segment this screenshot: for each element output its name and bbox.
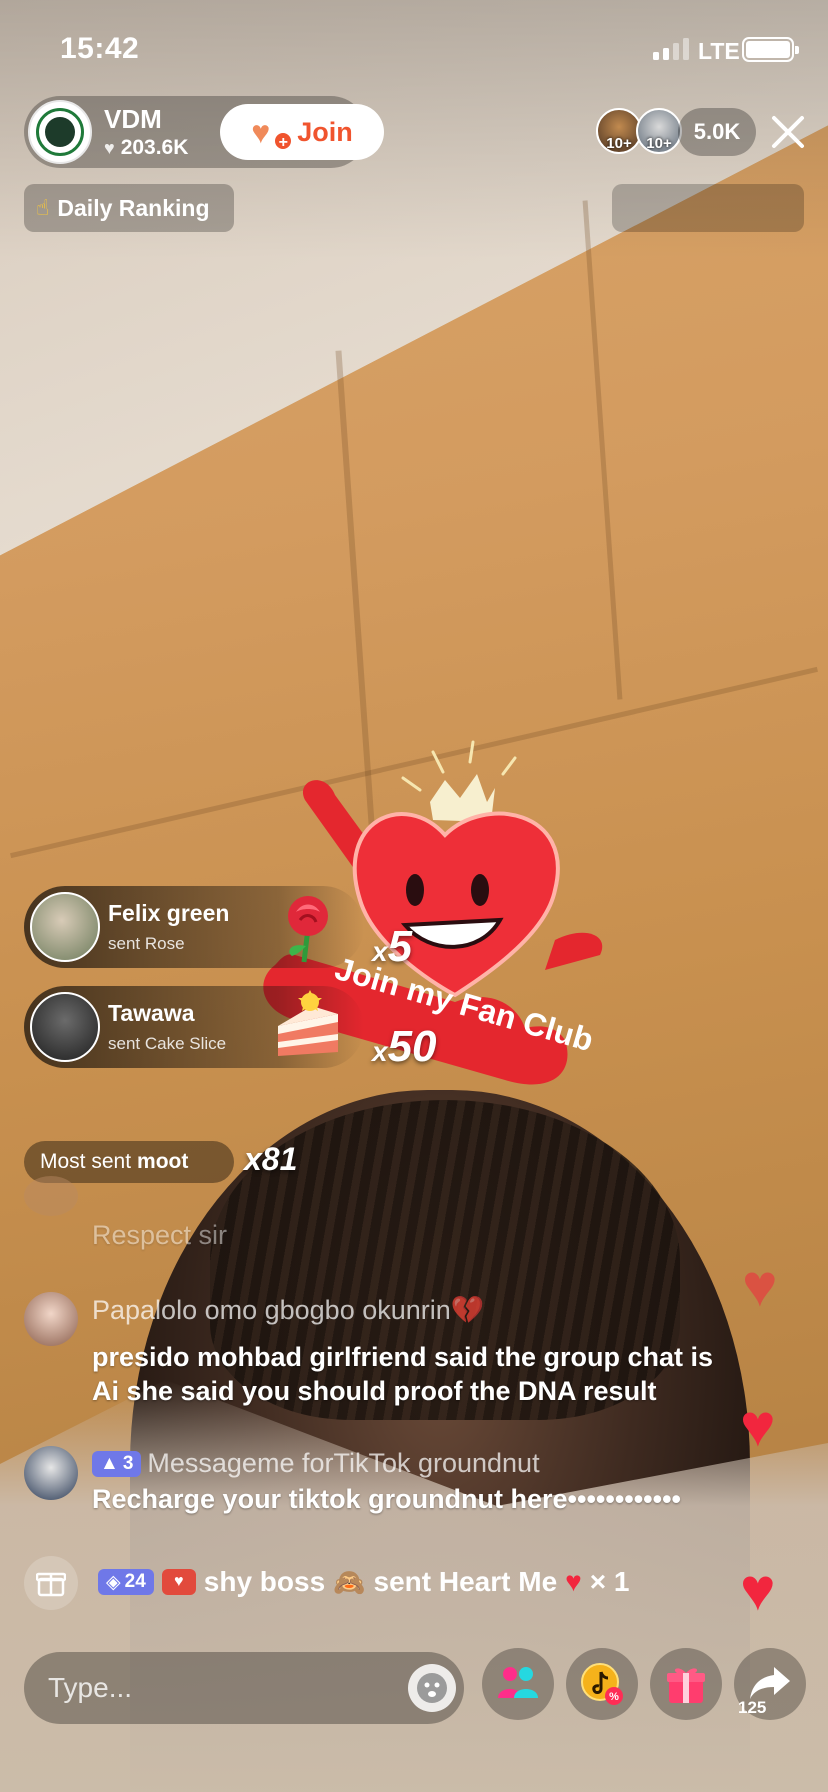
- ticker-times: × 1: [589, 1566, 630, 1597]
- join-label: Join: [297, 116, 353, 147]
- gift-description: sent Cake Slice: [108, 1034, 227, 1053]
- ticker-user: shy boss: [203, 1566, 326, 1597]
- join-fan-club-button[interactable]: ♥ + Join: [220, 104, 384, 160]
- level-arrow-icon: ▲: [100, 1453, 119, 1474]
- heart-me-gift-icon: ♥: [565, 1566, 582, 1597]
- battery-icon: [742, 37, 799, 62]
- signal-icon: [653, 38, 689, 60]
- gift-notification[interactable]: Felix green sent Rose: [24, 886, 364, 968]
- viewer-rank-badge: 10+: [646, 135, 672, 152]
- comment-input-placeholder: Type...: [48, 1672, 133, 1703]
- comment-input[interactable]: Type...: [24, 1652, 464, 1724]
- network-label: LTE: [698, 38, 740, 64]
- host-likes-count: 203.6K: [120, 136, 189, 159]
- user-level-badge: ▲ 3: [92, 1451, 142, 1477]
- comment-text: Recharge your tiktok groundnut here•••••…: [92, 1484, 681, 1514]
- chat-comment[interactable]: Papalolo omo gbogbo okunrin💔 presido moh…: [24, 1292, 784, 1412]
- secondary-info-pill[interactable]: [612, 184, 804, 232]
- most-sent-count: x81: [244, 1141, 298, 1177]
- monkey-icon: 🙈: [333, 1566, 366, 1597]
- status-time: 15:42: [60, 32, 140, 65]
- combo-number: 5: [387, 922, 413, 971]
- floating-heart-icon: ♥: [742, 1252, 778, 1319]
- close-icon[interactable]: [768, 112, 808, 152]
- host-name: VDM: [104, 104, 162, 134]
- user-level: 24: [124, 1571, 146, 1592]
- ticker-text: ◈ 24 ♥ shy boss 🙈 sent Heart Me ♥ × 1: [98, 1566, 629, 1598]
- daily-ranking-pill[interactable]: ☝ Daily Ranking: [24, 184, 234, 232]
- invite-guests-button[interactable]: [482, 1648, 554, 1720]
- commenter-name: Messageme forTikTok groundnut: [147, 1448, 540, 1478]
- ticker-action: sent Heart Me: [373, 1566, 558, 1597]
- rose-icon: [288, 896, 328, 963]
- chat-comment[interactable]: Respect sir: [24, 1176, 784, 1250]
- diamond-icon: ◈: [106, 1571, 121, 1593]
- gift-description: sent Rose: [108, 934, 185, 953]
- send-gift-button[interactable]: [650, 1648, 722, 1720]
- daily-ranking-label: Daily Ranking: [57, 194, 210, 221]
- status-bar: 15:42 LTE: [0, 0, 828, 96]
- gift-combo-count: x5: [372, 922, 412, 972]
- viewer-count-pill[interactable]: 5.0K: [678, 108, 756, 156]
- commenter-avatar[interactable]: [24, 1446, 78, 1500]
- share-count: 125: [738, 1698, 767, 1717]
- gift-box-button[interactable]: [24, 1556, 78, 1610]
- gift-sender-name: Tawawa: [108, 1000, 195, 1026]
- combo-x: x: [372, 936, 388, 967]
- gift-icon: [667, 1668, 705, 1703]
- thumb-icon: ☝: [36, 195, 50, 220]
- combo-number: 50: [387, 1022, 437, 1071]
- commenter-name: Papalolo omo gbogbo okunrin💔: [92, 1295, 485, 1325]
- gift-sender-name: Felix green: [108, 900, 230, 926]
- gift-combo-count: x50: [372, 1022, 437, 1072]
- user-level: 3: [122, 1453, 134, 1474]
- comment-text: presido mohbad girlfriend said the group…: [92, 1342, 714, 1372]
- subscriber-badge-icon: ♥: [161, 1569, 196, 1595]
- most-sent-label: Most sent: [40, 1150, 132, 1173]
- gift-sender-avatar[interactable]: [30, 892, 100, 962]
- heart-icon: ♥: [104, 137, 115, 158]
- cake-slice-icon: [278, 990, 338, 1056]
- comment-text: Ai she said you should proof the DNA res…: [92, 1376, 657, 1406]
- top-viewer-avatar[interactable]: 10+: [636, 108, 682, 154]
- most-sent-gift: moot: [137, 1150, 189, 1173]
- combo-x: x: [372, 1036, 388, 1067]
- floating-heart-icon: ♥: [740, 1392, 776, 1459]
- user-level-badge: ◈ 24: [98, 1569, 154, 1595]
- people-icon: [498, 1667, 538, 1698]
- host-avatar[interactable]: [28, 100, 92, 164]
- viewer-rank-badge: 10+: [606, 135, 632, 152]
- gift-box-icon: [36, 1572, 66, 1597]
- gift-sender-avatar[interactable]: [30, 992, 100, 1062]
- chat-comment[interactable]: ▲ 3 Messageme forTikTok groundnut Rechar…: [24, 1446, 784, 1536]
- tiktok-coin-discount-icon: %: [581, 1663, 623, 1705]
- comment-text: Respect sir: [92, 1220, 228, 1250]
- tiktok-coin-button[interactable]: %: [566, 1648, 638, 1720]
- gift-ticker: ◈ 24 ♥ shy boss 🙈 sent Heart Me ♥ × 1: [24, 1556, 754, 1612]
- viewer-count: 5.0K: [693, 119, 741, 144]
- commenter-avatar[interactable]: [24, 1292, 78, 1346]
- svg-text:%: %: [609, 1691, 619, 1703]
- commenter-avatar[interactable]: [24, 1176, 78, 1216]
- gift-notification[interactable]: Tawawa sent Cake Slice: [24, 986, 364, 1068]
- commenter-line: ▲ 3 Messageme forTikTok groundnut: [92, 1448, 540, 1479]
- fan-heart-plus-icon: ♥ +: [251, 115, 294, 151]
- host-likes: ♥ 203.6K: [104, 136, 188, 160]
- host-info-pill[interactable]: VDM ♥ 203.6K ♥ + Join: [24, 96, 384, 168]
- emoji-button[interactable]: [408, 1664, 456, 1712]
- emoji-face-icon: [417, 1673, 447, 1703]
